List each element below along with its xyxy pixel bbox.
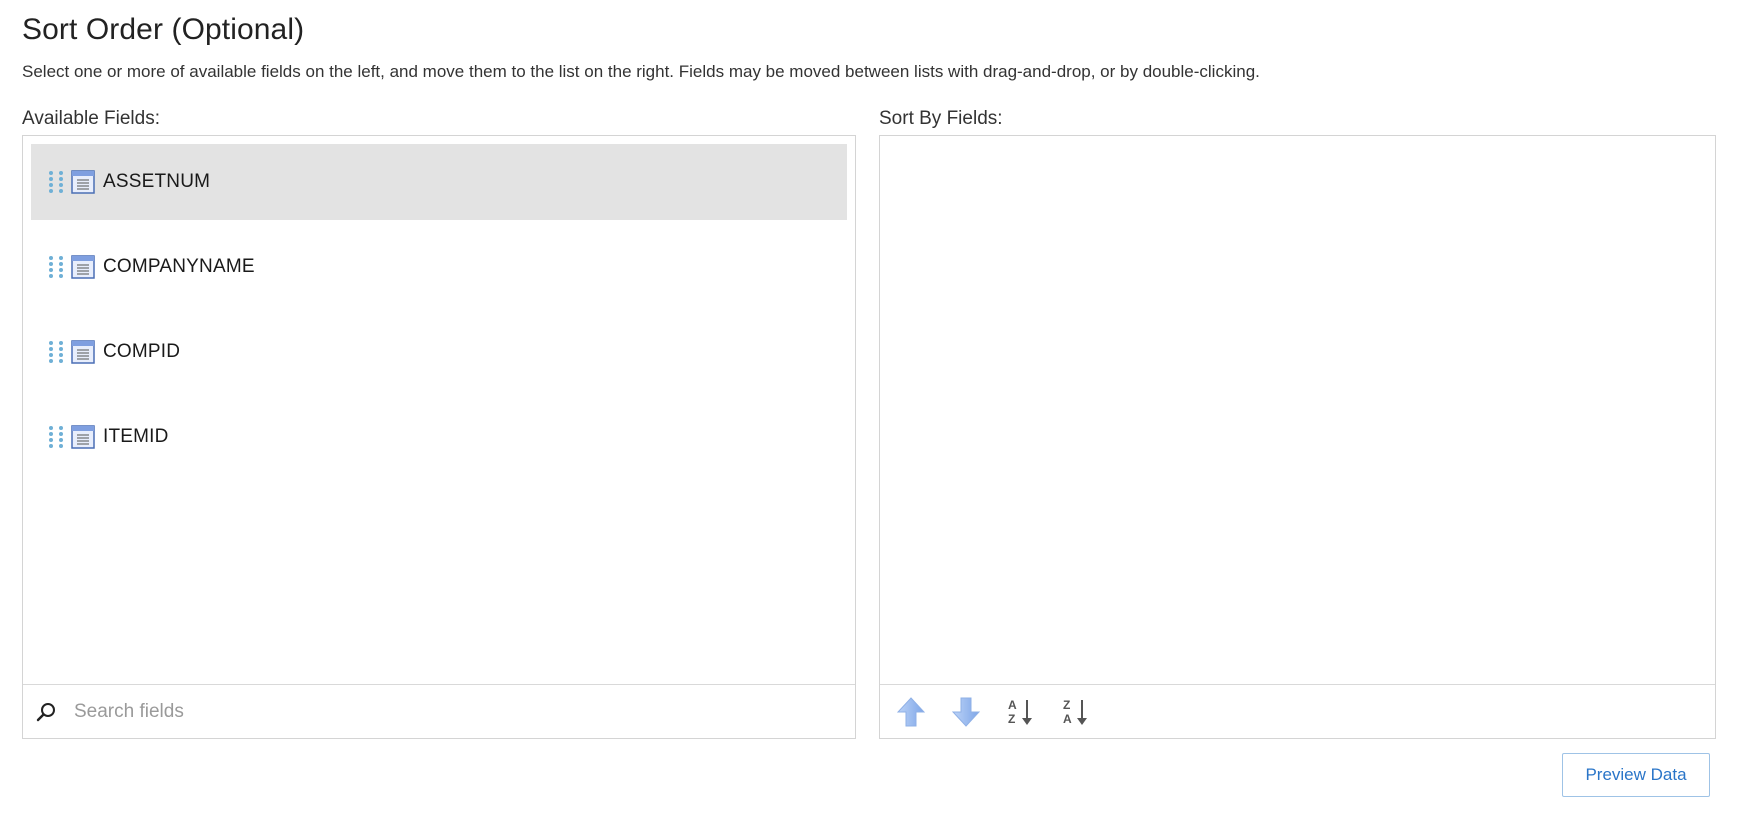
search-fields-input[interactable] <box>72 699 676 724</box>
sort-toolbar: A Z Z A <box>880 684 1715 738</box>
svg-text:A: A <box>1063 712 1072 726</box>
arrow-down-icon <box>952 697 980 727</box>
sort-descending-button[interactable]: Z A <box>1058 694 1094 730</box>
table-field-icon <box>71 170 95 194</box>
drag-handle-icon[interactable] <box>49 170 63 194</box>
svg-text:Z: Z <box>1008 712 1015 726</box>
field-label: ASSETNUM <box>103 171 211 192</box>
available-field-item[interactable]: COMPID <box>31 314 847 390</box>
available-field-item[interactable]: COMPANYNAME <box>31 229 847 305</box>
arrow-up-icon <box>897 696 925 726</box>
available-fields-panel: ASSETNUM COMPANYNAME COMPID ITEMID Searc… <box>22 135 856 739</box>
move-down-button[interactable] <box>948 694 984 730</box>
available-field-item[interactable]: ITEMID <box>31 399 847 475</box>
drag-handle-icon[interactable] <box>49 340 63 364</box>
sort-by-fields-list[interactable] <box>880 136 1715 686</box>
field-label: COMPID <box>103 341 181 362</box>
svg-text:A: A <box>1008 698 1017 712</box>
available-fields-list[interactable]: ASSETNUM COMPANYNAME COMPID ITEMID <box>23 136 855 686</box>
sort-za-icon: Z A <box>1063 698 1087 726</box>
available-field-item[interactable]: ASSETNUM <box>31 144 847 220</box>
svg-text:Z: Z <box>1063 698 1070 712</box>
drag-handle-icon[interactable] <box>49 425 63 449</box>
sort-az-icon: A Z <box>1008 698 1032 726</box>
drag-handle-icon[interactable] <box>49 255 63 279</box>
page-description: Select one or more of available fields o… <box>22 62 1260 81</box>
sort-ascending-button[interactable]: A Z <box>1003 694 1039 730</box>
table-field-icon <box>71 425 95 449</box>
sort-order-page: Sort Order (Optional) Select one or more… <box>0 0 1738 817</box>
table-field-icon <box>71 340 95 364</box>
sort-by-fields-panel: A Z Z A <box>879 135 1716 739</box>
move-up-button[interactable] <box>893 694 929 730</box>
field-label: ITEMID <box>103 426 169 447</box>
field-label: COMPANYNAME <box>103 256 255 277</box>
search-bar <box>23 684 855 738</box>
available-fields-label: Available Fields: <box>22 108 161 129</box>
table-field-icon <box>71 255 95 279</box>
search-icon <box>36 702 55 721</box>
page-title: Sort Order (Optional) <box>22 13 305 46</box>
sort-by-fields-label: Sort By Fields: <box>879 108 1003 129</box>
preview-data-button[interactable]: Preview Data <box>1562 753 1710 797</box>
